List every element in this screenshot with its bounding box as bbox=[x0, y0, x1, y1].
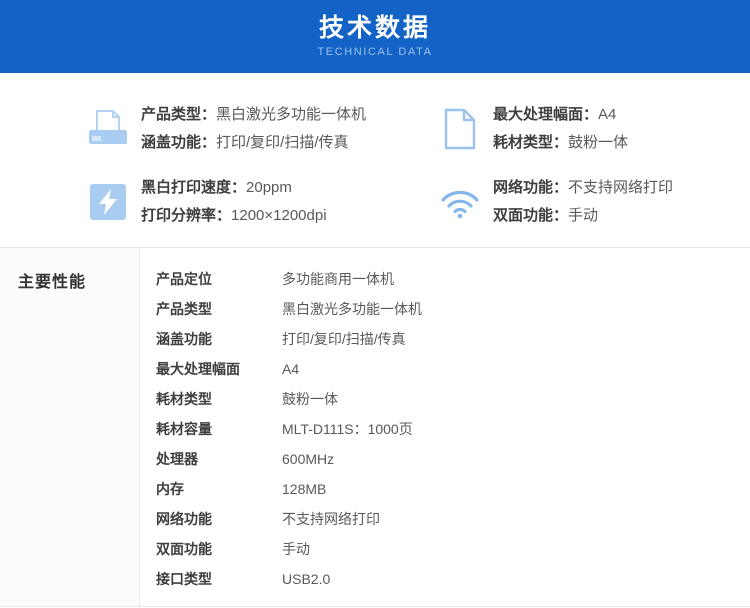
feature-line: 产品类型：黑白激光多功能一体机 bbox=[141, 101, 366, 129]
feature-label: 最大处理幅面： bbox=[493, 106, 598, 123]
feature-label: 黑白打印速度： bbox=[141, 179, 246, 196]
feature-value: A4 bbox=[598, 106, 616, 123]
spec-row-label: 产品类型 bbox=[140, 299, 282, 319]
spec-row-label: 涵盖功能 bbox=[140, 329, 282, 349]
banner-title: 技术数据 bbox=[319, 15, 431, 43]
feature-label: 涵盖功能： bbox=[141, 134, 216, 151]
spec-row-value: 黑白激光多功能一体机 bbox=[282, 299, 422, 319]
spec-row: 产品类型黑白激光多功能一体机 bbox=[140, 294, 750, 324]
spec-row-value: 鼓粉一体 bbox=[282, 389, 338, 409]
wifi-icon bbox=[440, 174, 480, 230]
spec-row-label: 耗材容量 bbox=[140, 419, 282, 439]
section-title: 主要性能 bbox=[18, 268, 139, 292]
feature-line: 涵盖功能：打印/复印/扫描/传真 bbox=[141, 129, 366, 157]
feature-label: 产品类型： bbox=[141, 106, 216, 123]
feature-value: 20ppm bbox=[246, 179, 292, 196]
features-grid: 产品类型：黑白激光多功能一体机 涵盖功能：打印/复印/扫描/传真 最大处理幅面：… bbox=[0, 73, 750, 247]
feature-line: 最大处理幅面：A4 bbox=[493, 101, 628, 129]
feature-label: 双面功能： bbox=[493, 207, 568, 224]
spec-row: 网络功能不支持网络打印 bbox=[140, 504, 750, 534]
spec-row-label: 产品定位 bbox=[140, 269, 282, 289]
printer-icon bbox=[88, 101, 128, 157]
feature-line: 网络功能：不支持网络打印 bbox=[493, 174, 673, 202]
spec-row-label: 双面功能 bbox=[140, 539, 282, 559]
spec-row-value: 打印/复印/扫描/传真 bbox=[282, 329, 406, 349]
spec-row: 处理器600MHz bbox=[140, 444, 750, 474]
spec-row-label: 接口类型 bbox=[140, 569, 282, 589]
spec-row-value: 多功能商用一体机 bbox=[282, 269, 394, 289]
lightning-icon bbox=[88, 174, 128, 230]
spec-row: 产品定位多功能商用一体机 bbox=[140, 264, 750, 294]
spec-row-label: 最大处理幅面 bbox=[140, 359, 282, 379]
feature-label: 打印分辨率： bbox=[141, 207, 231, 224]
feature-value: 打印/复印/扫描/传真 bbox=[216, 134, 349, 151]
feature-value: 不支持网络打印 bbox=[568, 179, 673, 196]
spec-row: 耗材类型鼓粉一体 bbox=[140, 384, 750, 414]
document-icon bbox=[440, 101, 480, 157]
spec-row-value: A4 bbox=[282, 361, 299, 377]
feature-max-size: 最大处理幅面：A4 耗材类型：鼓粉一体 bbox=[440, 101, 750, 158]
spec-row: 耗材容量MLT-D111S：1000页 bbox=[140, 414, 750, 444]
feature-line: 打印分辨率：1200×1200dpi bbox=[141, 202, 327, 230]
spec-row-value: 手动 bbox=[282, 539, 310, 559]
spec-row-value: 128MB bbox=[282, 481, 326, 497]
spec-row-label: 耗材类型 bbox=[140, 389, 282, 409]
spec-row: 涵盖功能打印/复印/扫描/传真 bbox=[140, 324, 750, 354]
spec-row-label: 处理器 bbox=[140, 449, 282, 469]
main-performance-section: 主要性能 产品定位多功能商用一体机产品类型黑白激光多功能一体机涵盖功能打印/复印… bbox=[0, 247, 750, 607]
feature-line: 耗材类型：鼓粉一体 bbox=[493, 129, 628, 157]
feature-line: 双面功能：手动 bbox=[493, 202, 673, 230]
feature-value: 鼓粉一体 bbox=[568, 134, 628, 151]
spec-row-value: 600MHz bbox=[282, 451, 334, 467]
spec-row: 最大处理幅面A4 bbox=[140, 354, 750, 384]
spec-row: 接口类型USB2.0 bbox=[140, 564, 750, 594]
spec-row-value: MLT-D111S：1000页 bbox=[282, 419, 413, 439]
spec-table: 产品定位多功能商用一体机产品类型黑白激光多功能一体机涵盖功能打印/复印/扫描/传… bbox=[140, 248, 750, 606]
spec-row: 双面功能手动 bbox=[140, 534, 750, 564]
feature-network: 网络功能：不支持网络打印 双面功能：手动 bbox=[440, 174, 750, 231]
spec-row-value: USB2.0 bbox=[282, 571, 330, 587]
spec-row-label: 内存 bbox=[140, 479, 282, 499]
technical-data-banner: 技术数据 TECHNICAL DATA bbox=[0, 0, 750, 73]
feature-label: 耗材类型： bbox=[493, 134, 568, 151]
feature-line: 黑白打印速度：20ppm bbox=[141, 174, 327, 202]
section-side-panel: 主要性能 bbox=[0, 248, 140, 606]
spec-row-value: 不支持网络打印 bbox=[282, 509, 380, 529]
banner-subtitle: TECHNICAL DATA bbox=[317, 46, 432, 58]
feature-value: 黑白激光多功能一体机 bbox=[216, 106, 366, 123]
feature-product-type: 产品类型：黑白激光多功能一体机 涵盖功能：打印/复印/扫描/传真 bbox=[88, 101, 440, 158]
spec-row-label: 网络功能 bbox=[140, 509, 282, 529]
feature-value: 手动 bbox=[568, 207, 598, 224]
spec-row: 内存128MB bbox=[140, 474, 750, 504]
feature-print-speed: 黑白打印速度：20ppm 打印分辨率：1200×1200dpi bbox=[88, 174, 440, 231]
feature-value: 1200×1200dpi bbox=[231, 207, 327, 224]
feature-label: 网络功能： bbox=[493, 179, 568, 196]
